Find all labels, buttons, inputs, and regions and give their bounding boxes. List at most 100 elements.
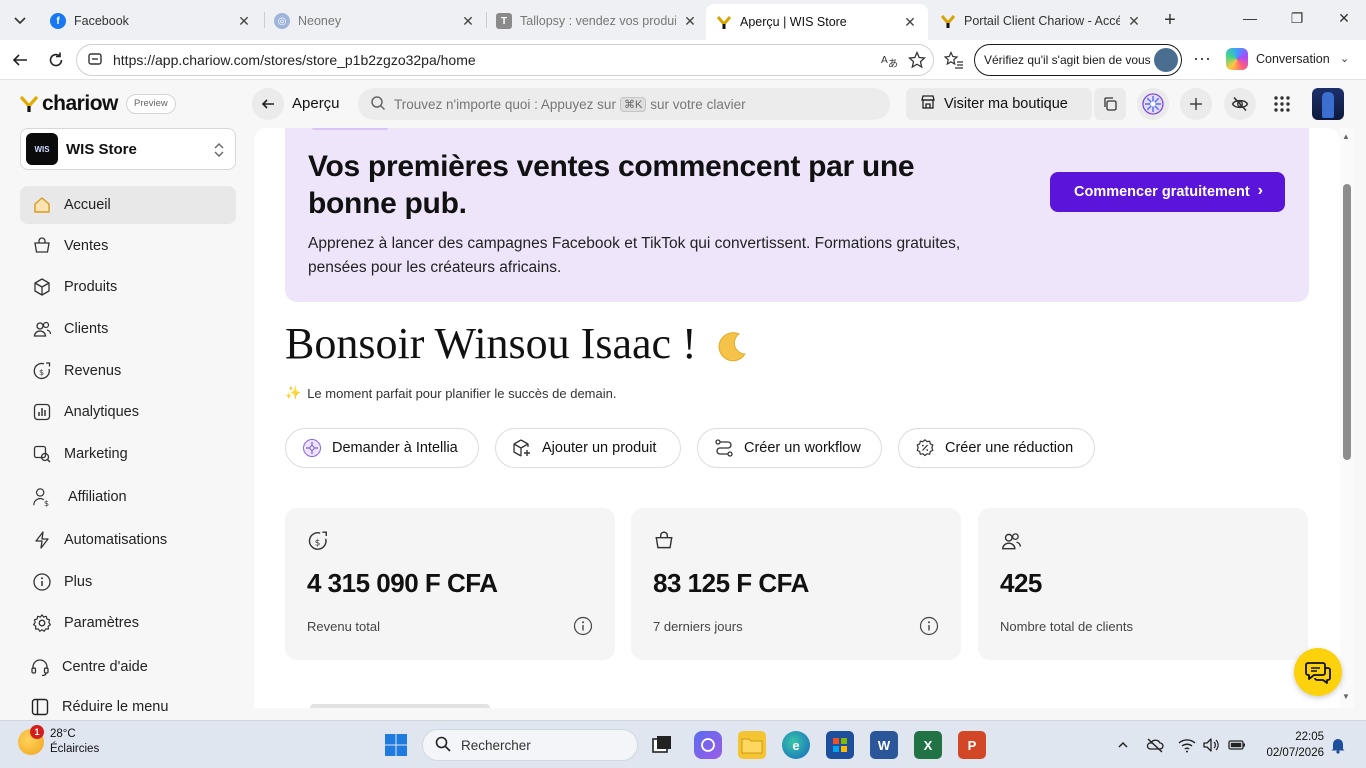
edge-browser-icon[interactable]: e [782, 731, 810, 759]
close-icon[interactable]: ✕ [460, 13, 476, 30]
tab-neoney[interactable]: ◎ Neoney ✕ [264, 4, 486, 38]
search-icon [370, 95, 386, 114]
sidebar-item-label: Automatisations [64, 532, 168, 548]
scroll-down-icon[interactable]: ▼ [1342, 692, 1350, 701]
sidebar-item-revenus[interactable]: $ Revenus [20, 352, 236, 390]
window-close-button[interactable]: ✕ [1334, 10, 1354, 27]
page-title: Aperçu [292, 95, 340, 112]
more-options-icon[interactable]: ··· [1192, 48, 1212, 69]
chat-app-icon[interactable] [694, 731, 722, 759]
chariow-logo[interactable]: chariow [20, 92, 118, 116]
scroll-up-icon[interactable]: ▲ [1342, 132, 1350, 141]
sidebar-item-marketing[interactable]: Marketing [20, 435, 236, 473]
file-explorer-icon[interactable] [738, 731, 766, 759]
translate-icon[interactable]: Aあ [879, 50, 899, 70]
weather-widget[interactable]: 1 28°C Éclaircies [18, 725, 99, 757]
windows-start-button[interactable] [382, 731, 410, 759]
ask-intellia-button[interactable]: Demander à Intellia [285, 428, 479, 468]
close-icon[interactable]: ✕ [236, 13, 252, 30]
task-view-button[interactable] [648, 731, 676, 759]
quick-action-label: Ajouter un produit [542, 440, 657, 456]
scrollbar-thumb[interactable] [1343, 184, 1351, 460]
copy-link-button[interactable] [1094, 88, 1126, 120]
sidebar-item-produits[interactable]: Produits [20, 268, 236, 306]
sidebar-item-ventes[interactable]: Ventes [20, 227, 236, 265]
onedrive-offline-icon[interactable] [1146, 736, 1164, 754]
sidebar-item-label: Revenus [64, 363, 122, 379]
taskbar-clock[interactable]: 22:05 02/07/2026 [1258, 729, 1324, 761]
new-tab-button[interactable]: + [1158, 8, 1182, 32]
word-icon[interactable]: W [870, 731, 898, 759]
wifi-icon[interactable] [1178, 736, 1196, 754]
stat-card-7-derniers-jours: 83 125 F CFA 7 derniers jours [631, 508, 961, 660]
task-view-icon [652, 736, 671, 753]
speaker-icon[interactable] [1202, 736, 1220, 754]
notification-badge: 1 [30, 725, 44, 739]
create-discount-button[interactable]: Créer une réduction [898, 428, 1095, 468]
notifications-bell-icon[interactable] [1329, 736, 1347, 754]
visit-store-button[interactable]: Visiter ma boutique [906, 88, 1092, 120]
marketing-icon [32, 444, 52, 464]
create-button[interactable] [1180, 88, 1212, 120]
powerpoint-icon[interactable]: P [958, 731, 986, 759]
site-info-icon[interactable] [87, 51, 103, 70]
close-icon[interactable]: ✕ [902, 14, 918, 31]
sidebar-item-automatisations[interactable]: Automatisations [20, 521, 236, 559]
sidebar-item-centre-aide[interactable]: Centre d'aide [20, 648, 236, 686]
user-avatar[interactable] [1312, 88, 1344, 120]
chevron-up-icon[interactable] [1114, 736, 1132, 754]
close-icon[interactable]: ✕ [682, 13, 698, 30]
hide-amounts-button[interactable] [1224, 88, 1256, 120]
support-chat-button[interactable] [1294, 648, 1342, 696]
tab-apercu-wis-store[interactable]: Aperçu | WIS Store ✕ [706, 4, 928, 40]
start-free-button[interactable]: Commencer gratuitement › [1050, 172, 1285, 212]
taskbar-search[interactable]: Rechercher [422, 729, 638, 761]
intellia-assistant-button[interactable] [1137, 88, 1169, 120]
favorite-star-icon[interactable] [907, 50, 927, 70]
tab-portail-client[interactable]: Portail Client Chariow - Accéde ✕ [930, 4, 1152, 38]
info-icon[interactable] [573, 616, 593, 636]
brand-name: chariow [42, 92, 118, 115]
header-back-button[interactable] [252, 88, 284, 120]
copilot-icon [1226, 48, 1248, 70]
store-selector[interactable]: WIS WIS Store [20, 128, 236, 170]
favorites-list-icon[interactable] [944, 50, 964, 70]
users-icon [32, 319, 52, 339]
refresh-button[interactable] [44, 48, 68, 72]
tab-actions-menu[interactable] [6, 8, 34, 32]
windows-logo-icon [385, 734, 407, 756]
sidebar-item-analytiques[interactable]: Analytiques [20, 393, 236, 431]
sidebar-item-parametres[interactable]: Paramètres [20, 604, 236, 642]
promo-banner: Vos premières ventes commencent par une … [285, 128, 1309, 302]
excel-icon[interactable]: X [914, 731, 942, 759]
sidebar-item-clients[interactable]: Clients [20, 310, 236, 348]
search-shortcut-key: ⌘K [619, 96, 647, 112]
sidebar-item-affiliation[interactable]: $ Affiliation [20, 478, 236, 516]
chevron-down-icon [14, 17, 26, 25]
plan-badge: Preview [126, 94, 176, 114]
stat-label: Nombre total de clients [1000, 619, 1133, 634]
microsoft-store-icon[interactable] [826, 731, 854, 759]
chevron-down-icon[interactable]: ⌄ [1340, 52, 1349, 65]
minimize-button[interactable]: — [1240, 10, 1260, 26]
collapse-icon [30, 697, 50, 717]
global-search-input[interactable]: Trouvez n'importe quoi : Appuyez sur ⌘K … [358, 88, 890, 120]
url-field[interactable]: https://app.chariow.com/stores/store_p1b… [76, 44, 934, 76]
copilot-conversation-button[interactable]: Conversation [1226, 48, 1330, 70]
verify-identity-button[interactable]: Vérifiez qu'il s'agit bien de vous [974, 44, 1182, 76]
sidebar-item-label: Ventes [64, 238, 109, 254]
close-icon[interactable]: ✕ [1126, 13, 1142, 30]
apps-menu-button[interactable] [1266, 88, 1298, 120]
create-workflow-button[interactable]: Créer un workflow [697, 428, 882, 468]
tab-tallopsy[interactable]: T Tallopsy : vendez vos produits d ✕ [486, 4, 708, 38]
page-scrollbar[interactable]: ▲ ▼ [1340, 128, 1354, 708]
back-button[interactable] [8, 48, 32, 72]
sidebar-item-accueil[interactable]: Accueil [20, 186, 236, 224]
sidebar-item-plus[interactable]: Plus [20, 563, 236, 601]
battery-icon[interactable] [1228, 736, 1246, 754]
add-product-button[interactable]: Ajouter un produit [495, 428, 681, 468]
greeting-text: Bonsoir Winsou Isaac ! [285, 319, 697, 368]
info-icon[interactable] [919, 616, 939, 636]
tab-facebook[interactable]: f Facebook ✕ [40, 4, 262, 38]
restore-button[interactable]: ❐ [1287, 10, 1307, 27]
